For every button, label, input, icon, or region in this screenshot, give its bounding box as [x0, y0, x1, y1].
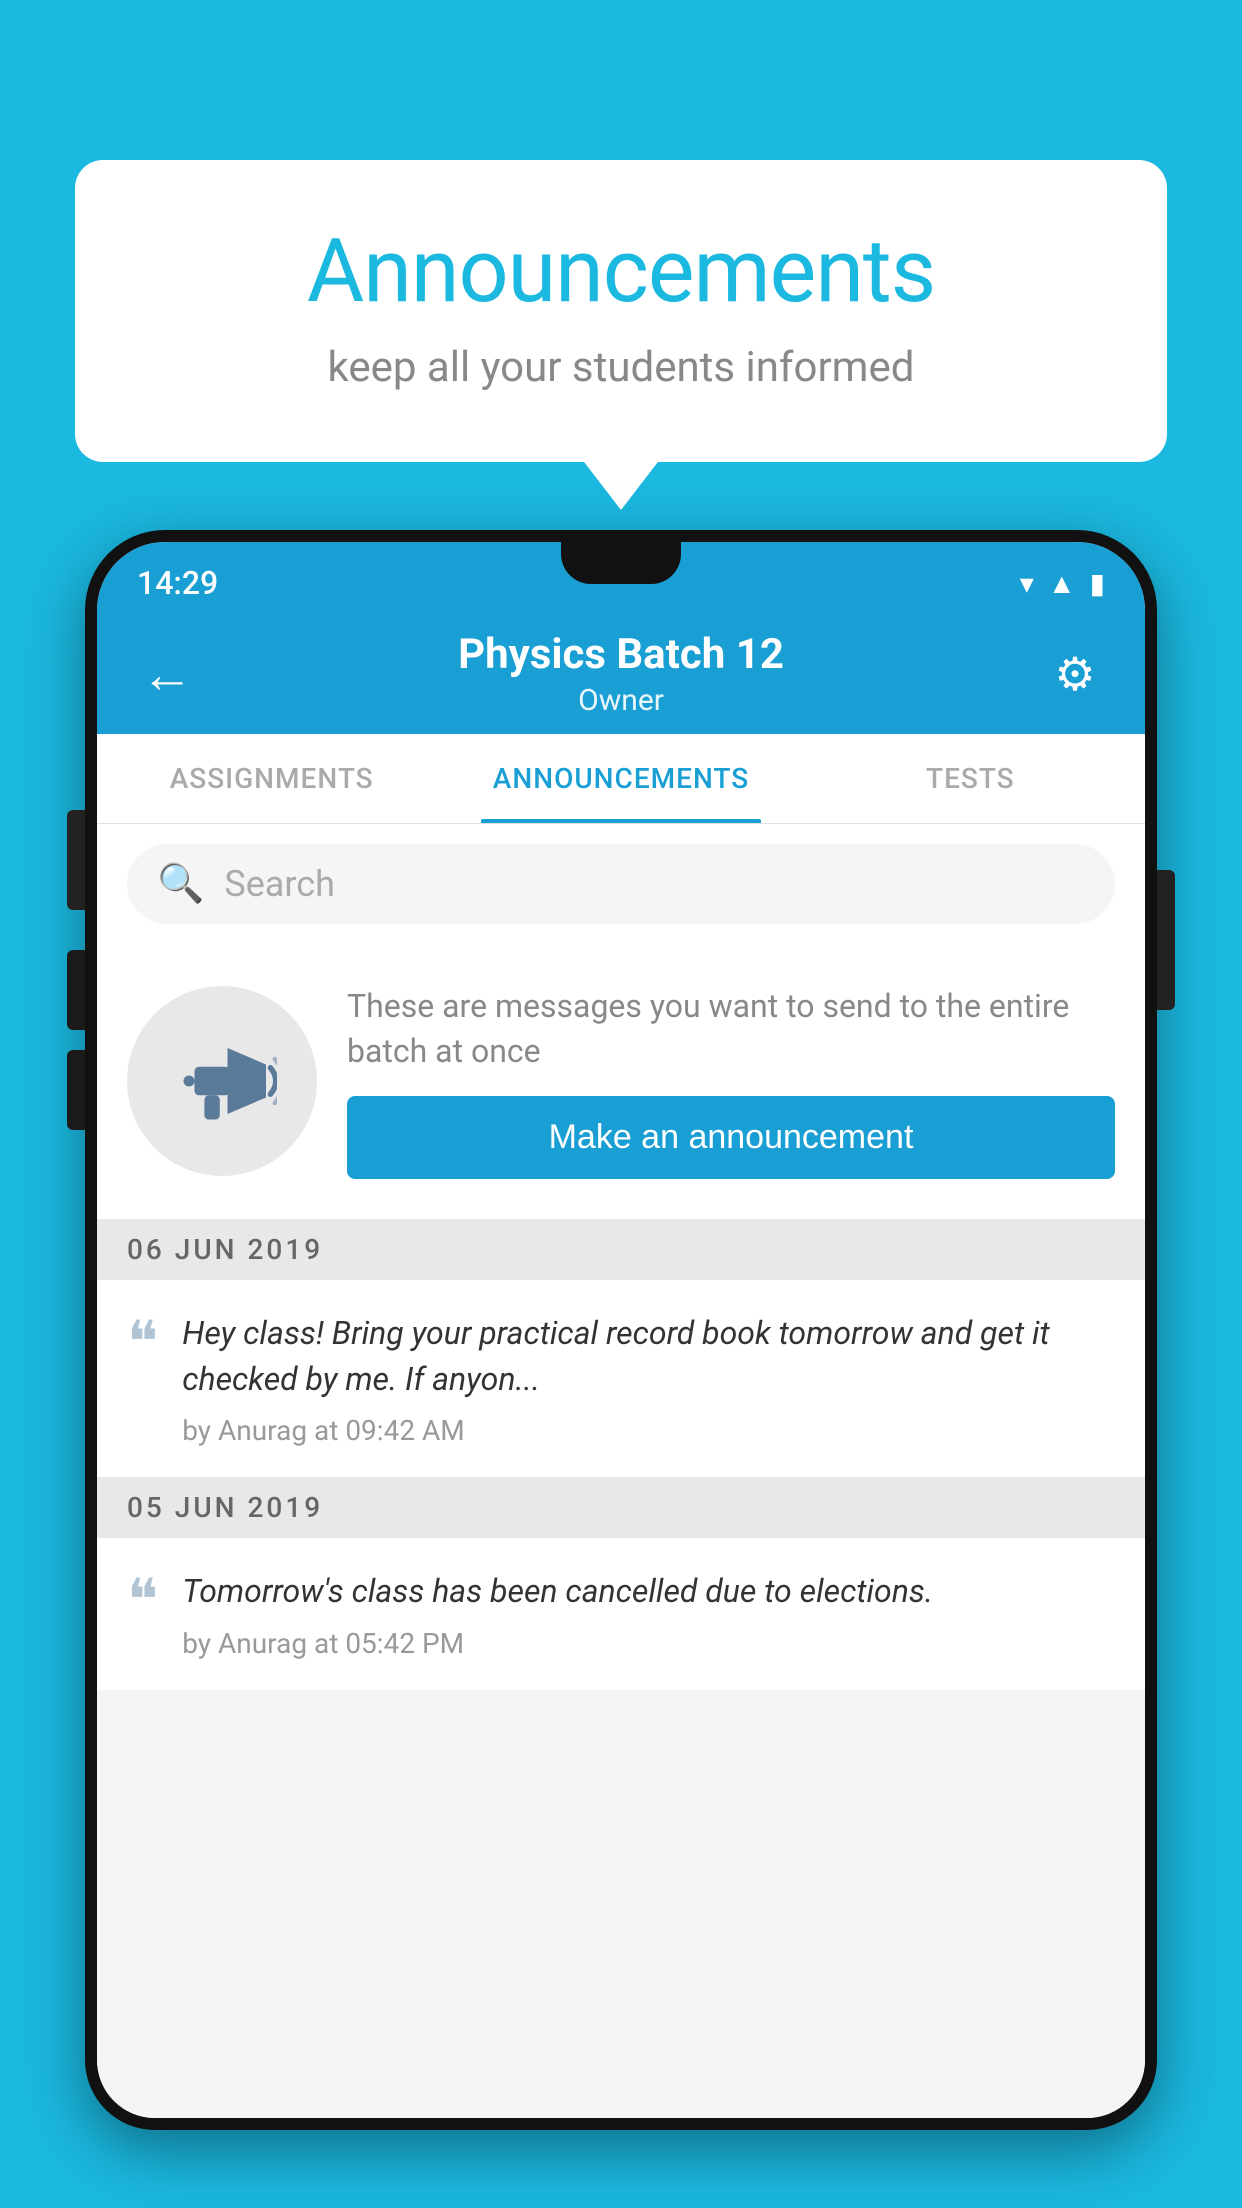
phone-wrapper: 14:29 ▾ ▲ ▮ ← Physics Batch 12 Owner ⚙	[85, 530, 1157, 2208]
battery-icon: ▮	[1090, 567, 1105, 600]
date-separator-1: 06 JUN 2019	[97, 1219, 1145, 1280]
status-time: 14:29	[137, 564, 218, 602]
message-meta-2: by Anurag at 05:42 PM	[182, 1627, 1115, 1660]
date-separator-2: 05 JUN 2019	[97, 1477, 1145, 1538]
status-icons: ▾ ▲ ▮	[1020, 567, 1105, 600]
app-bar-title: Physics Batch 12	[197, 630, 1045, 679]
tab-announcements[interactable]: ANNOUNCEMENTS	[446, 734, 795, 823]
content-area: 🔍 Search	[97, 824, 1145, 2118]
make-announcement-button[interactable]: Make an announcement	[347, 1096, 1115, 1179]
bubble-title: Announcements	[155, 220, 1087, 323]
message-content-2: Tomorrow's class has been cancelled due …	[182, 1568, 1115, 1659]
volume-up-button[interactable]	[67, 950, 85, 1030]
promo-description: These are messages you want to send to t…	[347, 984, 1115, 1074]
phone-notch	[561, 542, 681, 584]
phone-outer: 14:29 ▾ ▲ ▮ ← Physics Batch 12 Owner ⚙	[85, 530, 1157, 2130]
speech-bubble-card: Announcements keep all your students inf…	[75, 160, 1167, 462]
wifi-icon: ▾	[1020, 567, 1034, 600]
tab-assignments[interactable]: ASSIGNMENTS	[97, 734, 446, 823]
tab-tests[interactable]: TESTS	[796, 734, 1145, 823]
signal-icon: ▲	[1048, 567, 1076, 600]
app-bar-subtitle: Owner	[197, 683, 1045, 718]
message-meta-1: by Anurag at 09:42 AM	[182, 1414, 1115, 1447]
phone-screen: 14:29 ▾ ▲ ▮ ← Physics Batch 12 Owner ⚙	[97, 542, 1145, 2118]
tab-bar: ASSIGNMENTS ANNOUNCEMENTS TESTS	[97, 734, 1145, 824]
settings-button[interactable]: ⚙	[1045, 647, 1105, 702]
message-content-1: Hey class! Bring your practical record b…	[182, 1310, 1115, 1448]
search-bar[interactable]: 🔍 Search	[127, 844, 1115, 924]
promo-content: These are messages you want to send to t…	[347, 984, 1115, 1179]
megaphone-icon	[167, 1026, 277, 1136]
quote-icon-2: ❝	[127, 1572, 158, 1630]
speech-bubble-section: Announcements keep all your students inf…	[75, 160, 1167, 462]
message-text-1: Hey class! Bring your practical record b…	[182, 1310, 1115, 1403]
volume-down-button[interactable]	[67, 1050, 85, 1130]
search-container: 🔍 Search	[97, 824, 1145, 944]
back-button[interactable]: ←	[137, 644, 197, 705]
announcement-item-1[interactable]: ❝ Hey class! Bring your practical record…	[97, 1280, 1145, 1478]
search-input[interactable]: Search	[224, 863, 335, 905]
app-bar-title-group: Physics Batch 12 Owner	[197, 630, 1045, 718]
quote-icon-1: ❝	[127, 1314, 158, 1372]
search-icon: 🔍	[157, 862, 204, 906]
announcement-promo: These are messages you want to send to t…	[97, 944, 1145, 1219]
message-text-2: Tomorrow's class has been cancelled due …	[182, 1568, 1115, 1614]
promo-icon-circle	[127, 986, 317, 1176]
app-bar: ← Physics Batch 12 Owner ⚙	[97, 614, 1145, 734]
announcement-item-2[interactable]: ❝ Tomorrow's class has been cancelled du…	[97, 1538, 1145, 1689]
bubble-subtitle: keep all your students informed	[155, 343, 1087, 392]
